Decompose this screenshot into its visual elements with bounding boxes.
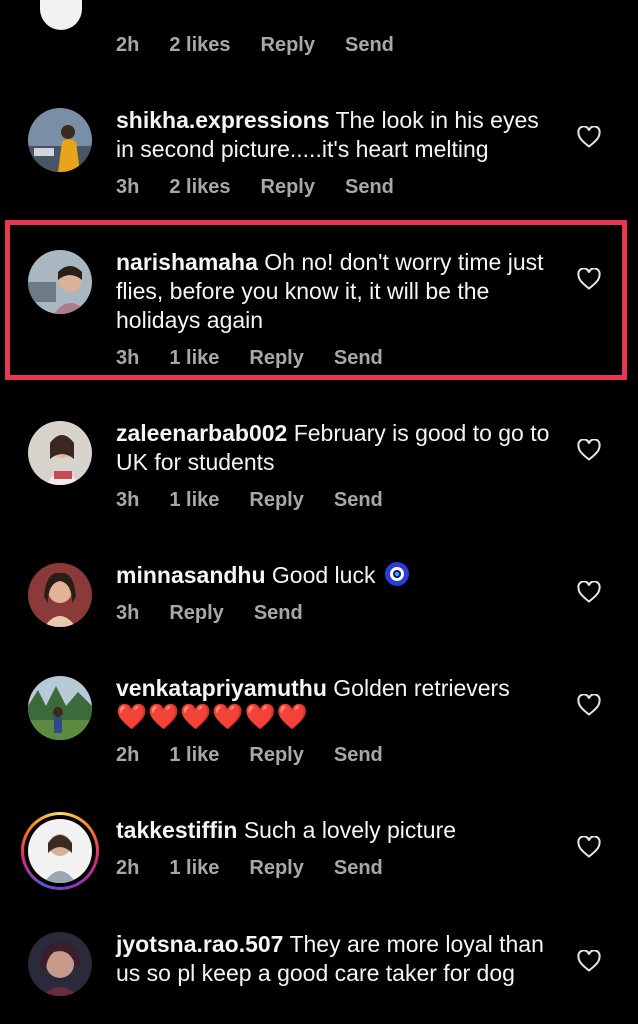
comment-meta: 2h 2 likes Reply Send	[116, 34, 424, 57]
comment-meta: 3h Reply Send	[116, 602, 333, 625]
username[interactable]: narishamaha	[116, 249, 258, 275]
username[interactable]: takkestiffin	[116, 817, 237, 843]
send-button[interactable]: Send	[345, 176, 394, 198]
heart-icon[interactable]	[577, 439, 601, 461]
heart-icon[interactable]	[577, 581, 601, 603]
send-button[interactable]: Send	[334, 347, 383, 369]
likes-count[interactable]: 1 like	[169, 489, 219, 511]
heart-icon[interactable]	[577, 694, 601, 716]
reply-button[interactable]: Reply	[249, 744, 303, 766]
comment-text: venkatapriyamuthu Golden retrievers ❤️❤️❤…	[116, 674, 556, 732]
username[interactable]: zaleenarbab002	[116, 420, 287, 446]
comment-meta: 3h 2 likes Reply Send	[116, 176, 424, 199]
reply-button[interactable]: Reply	[249, 489, 303, 511]
comment-time: 3h	[116, 489, 140, 511]
avatar[interactable]	[28, 932, 92, 996]
comment-text: zaleenarbab002 February is good to go to…	[116, 419, 556, 477]
reply-button[interactable]: Reply	[249, 347, 303, 369]
comment-meta: 3h 1 like Reply Send	[116, 347, 413, 370]
heart-icon[interactable]	[577, 836, 601, 858]
comment-time: 3h	[116, 347, 140, 369]
send-button[interactable]: Send	[334, 857, 383, 879]
comment-time: 2h	[116, 34, 140, 56]
comment-meta: 2h 1 like Reply Send	[116, 857, 413, 880]
heart-icon[interactable]	[577, 950, 601, 972]
username[interactable]: jyotsna.rao.507	[116, 931, 283, 957]
username[interactable]: shikha.expressions	[116, 107, 330, 133]
send-button[interactable]: Send	[254, 602, 303, 624]
likes-count[interactable]: 1 like	[169, 347, 219, 369]
reply-button[interactable]: Reply	[249, 857, 303, 879]
likes-count[interactable]: 2 likes	[169, 176, 230, 198]
comment-time: 3h	[116, 176, 140, 198]
avatar[interactable]	[28, 421, 92, 485]
comment-body: Good luck	[271, 562, 376, 588]
comment-meta: 2h 1 like Reply Send	[116, 744, 413, 767]
likes-count[interactable]: 1 like	[169, 857, 219, 879]
comment-text: jyotsna.rao.507 They are more loyal than…	[116, 930, 556, 988]
comment-meta: 3h 1 like Reply Send	[116, 489, 413, 512]
reply-button[interactable]: Reply	[169, 602, 223, 624]
comment-text: minnasandhu Good luck	[116, 561, 556, 590]
avatar[interactable]	[28, 108, 92, 172]
send-button[interactable]: Send	[334, 744, 383, 766]
username[interactable]: minnasandhu	[116, 562, 266, 588]
send-button[interactable]: Send	[334, 489, 383, 511]
username[interactable]: venkatapriyamuthu	[116, 675, 327, 701]
comment-text: shikha.expressions The look in his eyes …	[116, 106, 556, 164]
avatar[interactable]	[28, 563, 92, 627]
heart-icon[interactable]	[577, 268, 601, 290]
avatar[interactable]	[28, 819, 92, 883]
comment-body: Golden retrievers	[333, 675, 510, 701]
reply-button[interactable]: Reply	[261, 176, 315, 198]
likes-count[interactable]: 2 likes	[169, 34, 230, 56]
avatar[interactable]	[28, 676, 92, 740]
comment-text: narishamaha Oh no! don't worry time just…	[116, 248, 556, 335]
send-button[interactable]: Send	[345, 34, 394, 56]
reply-button[interactable]: Reply	[261, 34, 315, 56]
red-hearts-emoji: ❤️❤️❤️❤️❤️❤️	[116, 703, 309, 731]
comment-time: 2h	[116, 744, 140, 766]
heart-icon[interactable]	[577, 126, 601, 148]
comment-time: 3h	[116, 602, 140, 624]
likes-count[interactable]: 1 like	[169, 744, 219, 766]
avatar[interactable]	[40, 0, 82, 30]
story-ring[interactable]	[21, 812, 99, 890]
comment-time: 2h	[116, 857, 140, 879]
comment-text: takkestiffin Such a lovely picture	[116, 816, 556, 845]
comment-body: Such a lovely picture	[243, 817, 457, 843]
nazar-amulet-icon	[384, 562, 409, 586]
avatar[interactable]	[28, 250, 92, 314]
